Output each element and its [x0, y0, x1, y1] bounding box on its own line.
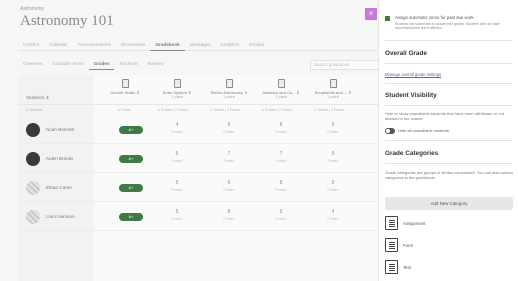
grade-cell[interactable]: 9 Posted	[312, 151, 354, 163]
category-item-form[interactable]: Form	[385, 238, 513, 254]
column-sub-label: # Graded | # Posted	[262, 108, 293, 112]
column-header[interactable]: Solar System ⇕ 1 point	[156, 75, 198, 105]
student-name[interactable]: Aiden Brooks	[46, 156, 73, 161]
grade-cell[interactable]: 6 Posted	[208, 122, 250, 134]
overall-grade-pill[interactable]: A+	[119, 213, 143, 221]
search-input[interactable]: Search gradebook	[310, 60, 380, 70]
avatar-placeholder	[26, 210, 40, 224]
auto-zero-description: Students can submit late to update their…	[395, 22, 500, 31]
subtab-grades[interactable]: Grades	[88, 61, 115, 70]
manage-overall-grade-link[interactable]: Manage overall grade settings	[385, 72, 441, 77]
divider	[385, 83, 513, 84]
form-icon	[385, 238, 398, 252]
hide-unavailable-label: Hide all unavailable students	[398, 128, 449, 133]
table-row: Ethan Carter A+ 5 Posted 6 Posted 8 Posted …	[18, 174, 380, 202]
grade-cell[interactable]: 5 Posted	[156, 209, 198, 221]
divider	[385, 40, 513, 41]
gradebook-settings-panel: Assign automatic zeros for past due work…	[378, 0, 518, 281]
subtab-overview[interactable]: Overview	[18, 61, 47, 70]
hide-unavailable-toggle[interactable]	[385, 128, 395, 134]
nav-tab-messages[interactable]: Messages	[185, 41, 216, 51]
grade-cell[interactable]: 7 Posted	[260, 151, 302, 163]
auto-zero-checkbox[interactable]	[385, 16, 390, 21]
subtab-mastery[interactable]: Mastery	[143, 61, 169, 70]
overall-sub-label: # Points	[118, 108, 131, 112]
nav-tab-calendar[interactable]: Calendar	[44, 41, 73, 51]
grade-categories-heading: Grade Categories	[385, 150, 439, 157]
grade-cell[interactable]: 5 Posted	[156, 180, 198, 192]
grade-cell[interactable]: 8 Posted	[208, 209, 250, 221]
table-row: Liam Harrison A+ 5 Posted 8 Posted 9 Posted…	[18, 203, 380, 231]
add-category-button[interactable]: Add New Category	[385, 197, 513, 210]
avatar	[26, 123, 40, 137]
gradebook-icon	[121, 79, 129, 88]
nav-tab-discussions[interactable]: Discussions	[116, 41, 151, 51]
grade-cell[interactable]: 9 Posted	[312, 180, 354, 192]
category-item-test[interactable]: Test	[385, 260, 513, 276]
overall-grade-pill[interactable]: A+	[119, 126, 143, 134]
divider	[385, 63, 513, 64]
column-sub-label: # Graded | # Posted	[210, 108, 241, 112]
grade-cell[interactable]: 4 Posted	[312, 209, 354, 221]
subtab-gradable-items[interactable]: Gradable Items	[47, 61, 88, 70]
course-title: Astronomy 101	[20, 13, 114, 29]
student-name[interactable]: Noah Bennett	[46, 127, 74, 132]
column-sub-label: # Graded | # Posted	[158, 108, 189, 112]
overall-grade-header[interactable]: Overall Grade ⇕	[104, 75, 146, 105]
grade-cell[interactable]: 8 Posted	[260, 122, 302, 134]
grid-header: Students ⇕ Overall Grade ⇕ Solar System …	[18, 75, 380, 105]
student-name[interactable]: Liam Harrison	[46, 214, 75, 219]
avatar-placeholder	[26, 181, 40, 195]
overall-grade-heading: Overall Grade	[385, 50, 427, 57]
student-name[interactable]: Ethan Carter	[46, 185, 72, 190]
grade-cell[interactable]: 4 Posted	[156, 122, 198, 134]
gradebook-background: Astronomy Astronomy 101 Content Calendar…	[0, 0, 380, 281]
subtab-students[interactable]: Students	[114, 61, 142, 70]
column-header[interactable]: Exoplanets and ... ⇕ 1 point	[312, 75, 354, 105]
grade-cell[interactable]: 9 Posted	[312, 122, 354, 134]
grade-cell[interactable]: 6 Posted	[208, 180, 250, 192]
table-row: Noah Bennett A+ 4 Posted 6 Posted 8 Posted …	[18, 116, 380, 144]
document-icon	[329, 79, 337, 88]
divider	[385, 140, 513, 141]
divider	[385, 163, 513, 164]
overall-grade-pill[interactable]: A+	[119, 155, 143, 163]
overall-grade-pill[interactable]: A+	[119, 184, 143, 192]
nav-tab-groups[interactable]: Groups	[244, 41, 269, 51]
auto-zero-label: Assign automatic zeros for past due work	[395, 15, 474, 20]
category-item-assignment[interactable]: Assignment	[385, 216, 513, 232]
students-count-label: # Students	[26, 108, 43, 112]
nav-tab-announcements[interactable]: Announcements	[73, 41, 116, 51]
close-icon[interactable]: ×	[365, 8, 377, 20]
course-nav: Content Calendar Announcements Discussio…	[18, 41, 380, 51]
grade-cell[interactable]: 8 Posted	[260, 180, 302, 192]
test-icon	[385, 260, 398, 274]
nav-tab-content[interactable]: Content	[18, 41, 44, 51]
column-header[interactable]: Stellar Astronomy ⇕ 1 point	[208, 75, 250, 105]
visibility-description: Hide or show unavailable students that h…	[385, 111, 504, 122]
grade-cell[interactable]: 5 Posted	[156, 151, 198, 163]
divider	[385, 105, 513, 106]
categories-description: Grade categories are groups of similar c…	[385, 170, 513, 181]
table-row: Aiden Brooks A+ 5 Posted 7 Posted 7 Posted …	[18, 145, 380, 173]
document-icon	[277, 79, 285, 88]
nav-tab-analytics[interactable]: Analytics	[216, 41, 244, 51]
assignment-icon	[385, 216, 398, 230]
grades-grid: Students ⇕ Overall Grade ⇕ Solar System …	[18, 75, 380, 281]
students-header[interactable]: Students ⇕	[26, 95, 49, 101]
document-icon	[173, 79, 181, 88]
student-visibility-heading: Student Visibility	[385, 92, 437, 99]
nav-tab-gradebook[interactable]: Gradebook	[150, 41, 185, 51]
breadcrumb[interactable]: Astronomy	[20, 6, 44, 12]
column-header[interactable]: Galaxies and Co... ⇕ 1 point	[260, 75, 302, 105]
document-icon	[225, 79, 233, 88]
avatar	[26, 152, 40, 166]
column-sub-label: # Graded | # Posted	[314, 108, 345, 112]
grade-cell[interactable]: 9 Posted	[260, 209, 302, 221]
grid-subheader: # Students # Points # Graded | # Posted …	[18, 106, 380, 114]
grade-cell[interactable]: 7 Posted	[208, 151, 250, 163]
